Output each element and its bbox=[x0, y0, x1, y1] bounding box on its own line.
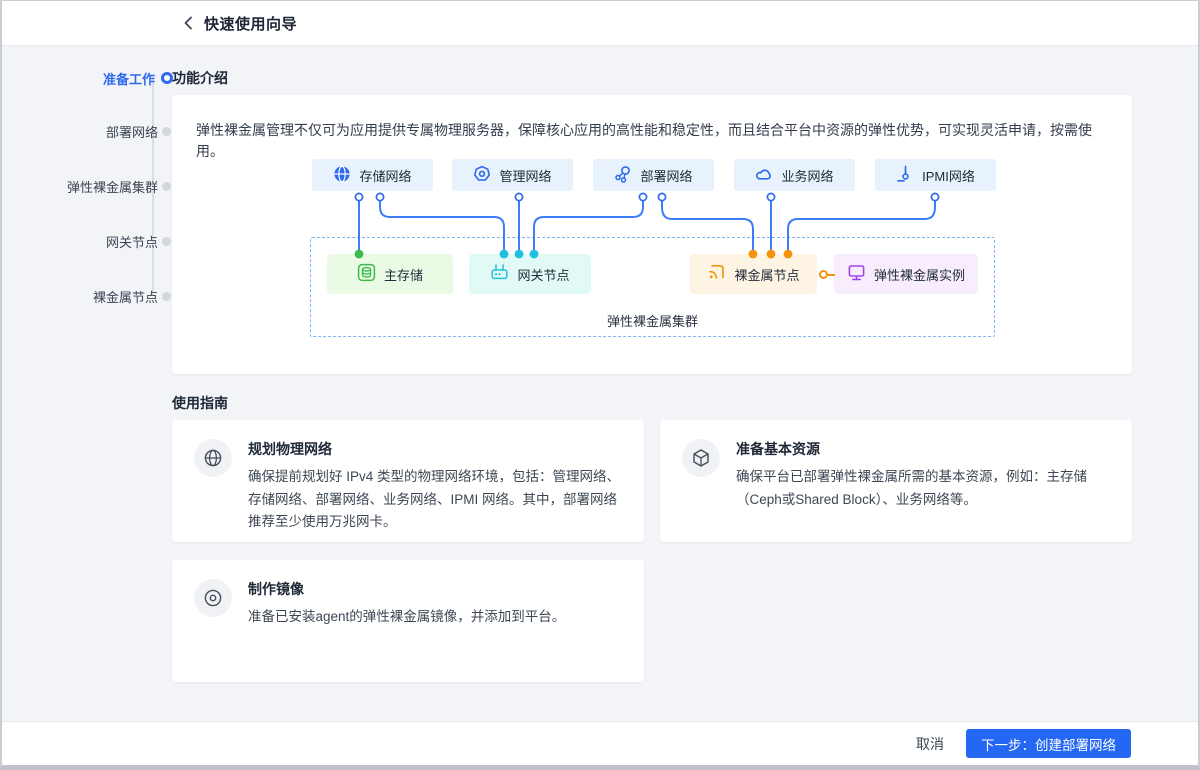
guide-card-plan-network: 规划物理网络 确保提前规划好 IPv4 类型的物理网络环境，包括：管理网络、存储… bbox=[172, 420, 644, 542]
feature-intro-card: 弹性裸金属管理不仅可为应用提供专属物理服务器，保障核心应用的高性能和稳定性，而且… bbox=[172, 95, 1132, 374]
step-label: 准备工作 bbox=[103, 69, 155, 88]
step-dot bbox=[162, 292, 171, 301]
globe-network-icon bbox=[333, 165, 351, 186]
globe-outline-icon bbox=[194, 439, 232, 477]
network-label: 管理网络 bbox=[499, 166, 551, 185]
quick-start-wizard: 快速使用向导 准备工作 部署网络 弹性裸金属集群 网关节点 裸金属节点 功能介绍 bbox=[0, 0, 1200, 770]
step-label: 部署网络 bbox=[106, 122, 158, 141]
network-chip-deployment: 部署网络 bbox=[593, 159, 714, 191]
step-dot bbox=[161, 72, 173, 84]
wizard-stepper: 准备工作 部署网络 弹性裸金属集群 网关节点 裸金属节点 bbox=[2, 46, 172, 721]
cloud-network-icon bbox=[755, 165, 773, 186]
cancel-button[interactable]: 取消 bbox=[916, 734, 944, 754]
bare-metal-icon bbox=[707, 263, 726, 285]
guide-card-title: 制作镜像 bbox=[248, 579, 565, 599]
cube-outline-icon bbox=[682, 439, 720, 477]
nut-network-icon bbox=[473, 165, 491, 186]
network-label: IPMI网络 bbox=[922, 166, 975, 185]
step-dot bbox=[162, 182, 171, 191]
node-label: 裸金属节点 bbox=[734, 265, 799, 284]
node-label: 主存储 bbox=[384, 265, 423, 284]
guide-card-prepare-resources: 准备基本资源 确保平台已部署弹性裸金属所需的基本资源，例如：主存储（Ceph或S… bbox=[660, 420, 1132, 542]
section-title-intro: 功能介绍 bbox=[172, 68, 1132, 85]
step-dot bbox=[162, 237, 171, 246]
step-bare-metal-node[interactable]: 裸金属节点 bbox=[2, 286, 172, 306]
network-chip-management: 管理网络 bbox=[452, 159, 573, 191]
network-label: 存储网络 bbox=[359, 166, 411, 185]
step-prepare[interactable]: 准备工作 bbox=[2, 68, 172, 88]
intro-description: 弹性裸金属管理不仅可为应用提供专属物理服务器，保障核心应用的高性能和稳定性，而且… bbox=[196, 120, 1112, 162]
node-label: 弹性裸金属实例 bbox=[874, 265, 965, 284]
node-chip-gateway-node: 网关节点 bbox=[469, 254, 591, 294]
node-link-connector-icon bbox=[819, 270, 828, 279]
next-step-button[interactable]: 下一步：创建部署网络 bbox=[966, 729, 1131, 758]
guide-card-body: 确保平台已部署弹性裸金属所需的基本资源，例如：主存储（Ceph或Shared B… bbox=[736, 466, 1108, 511]
disc-outline-icon bbox=[194, 579, 232, 617]
step-label: 裸金属节点 bbox=[93, 287, 158, 306]
cluster-label: 弹性裸金属集群 bbox=[310, 311, 995, 330]
network-chip-storage: 存储网络 bbox=[312, 159, 433, 191]
guide-card-title: 规划物理网络 bbox=[248, 439, 620, 459]
page-title: 快速使用向导 bbox=[204, 13, 297, 34]
monitor-icon bbox=[847, 263, 866, 285]
network-chip-ipmi: IPMI网络 bbox=[875, 159, 996, 191]
step-bare-metal-cluster[interactable]: 弹性裸金属集群 bbox=[2, 176, 172, 196]
node-chip-bare-metal-node: 裸金属节点 bbox=[690, 254, 817, 294]
router-icon bbox=[490, 263, 509, 285]
topology-network-icon bbox=[614, 165, 632, 186]
guide-card-body: 确保提前规划好 IPv4 类型的物理网络环境，包括：管理网络、存储网络、部署网络… bbox=[248, 466, 620, 534]
node-chip-bare-metal-instance: 弹性裸金属实例 bbox=[834, 254, 978, 294]
node-link-line bbox=[828, 274, 835, 276]
section-title-guide: 使用指南 bbox=[172, 393, 1132, 410]
guide-card-grid: 规划物理网络 确保提前规划好 IPv4 类型的物理网络环境，包括：管理网络、存储… bbox=[172, 420, 1132, 682]
guide-card-title: 准备基本资源 bbox=[736, 439, 1108, 459]
main-panel: 功能介绍 弹性裸金属管理不仅可为应用提供专属物理服务器，保障核心应用的高性能和稳… bbox=[172, 46, 1132, 721]
step-gateway-node[interactable]: 网关节点 bbox=[2, 231, 172, 251]
footer-action-bar: 取消 下一步：创建部署网络 bbox=[2, 721, 1198, 765]
step-dot bbox=[162, 127, 171, 136]
step-deploy-network[interactable]: 部署网络 bbox=[2, 121, 172, 141]
guide-card-body: 准备已安装agent的弹性裸金属镜像，并添加到平台。 bbox=[248, 606, 565, 629]
probe-network-icon bbox=[896, 165, 914, 186]
network-label: 部署网络 bbox=[640, 166, 692, 185]
network-label: 业务网络 bbox=[781, 166, 833, 185]
database-icon bbox=[357, 263, 376, 285]
back-chevron-icon[interactable] bbox=[179, 14, 197, 32]
node-label: 网关节点 bbox=[517, 265, 569, 284]
network-chip-business: 业务网络 bbox=[734, 159, 855, 191]
guide-card-make-image: 制作镜像 准备已安装agent的弹性裸金属镜像，并添加到平台。 bbox=[172, 560, 644, 682]
step-label: 网关节点 bbox=[106, 232, 158, 251]
header: 快速使用向导 bbox=[2, 1, 1198, 46]
step-label: 弹性裸金属集群 bbox=[67, 177, 158, 196]
node-chip-primary-storage: 主存储 bbox=[327, 254, 453, 294]
